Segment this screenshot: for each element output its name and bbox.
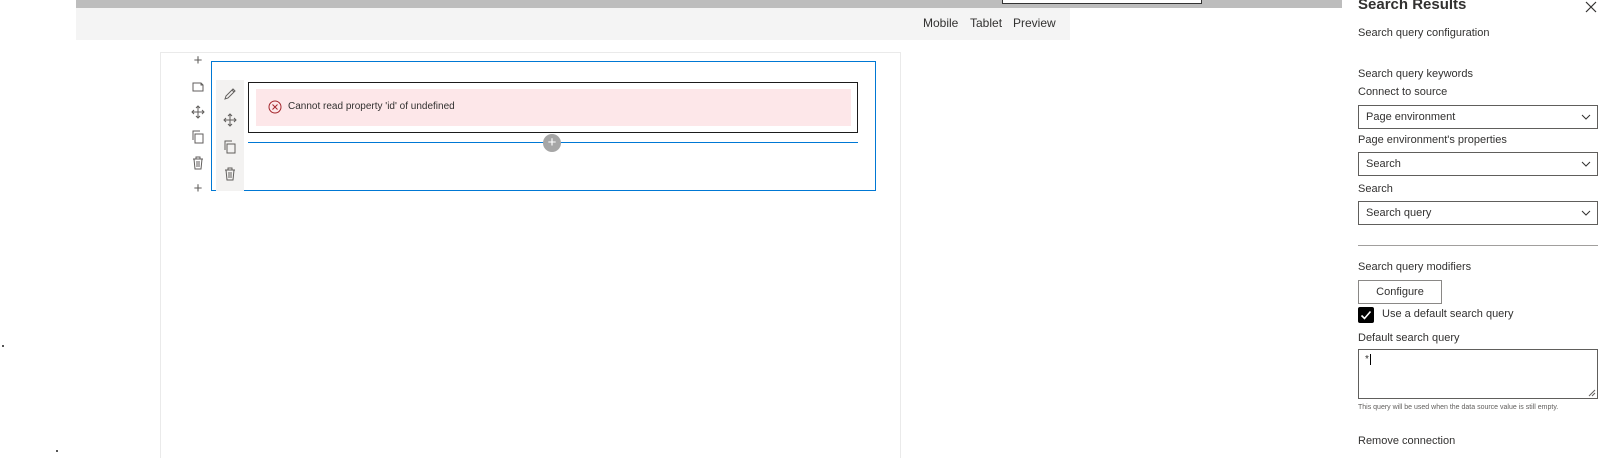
- section-heading: Search query configuration: [1358, 27, 1490, 39]
- preview-button[interactable]: Preview: [1013, 16, 1056, 30]
- dropdown-value: Search query: [1366, 207, 1432, 219]
- search-label: Search: [1358, 183, 1393, 195]
- mobile-button[interactable]: Mobile: [923, 16, 958, 30]
- delete-icon[interactable]: [223, 167, 237, 181]
- default-query-hint: This query will be used when the data so…: [1358, 404, 1559, 411]
- add-icon[interactable]: +: [190, 53, 206, 69]
- add-webpart-icon[interactable]: +: [543, 134, 561, 152]
- default-query-textarea[interactable]: *: [1358, 349, 1598, 399]
- move-icon[interactable]: [190, 104, 206, 120]
- configure-button[interactable]: Configure: [1358, 280, 1442, 304]
- dropdown-value: Page environment: [1366, 111, 1456, 123]
- error-text: Cannot read property 'id' of undefined: [288, 101, 455, 112]
- modifiers-label: Search query modifiers: [1358, 261, 1472, 273]
- chevron-down-icon: [1581, 153, 1591, 175]
- connect-label: Connect to source: [1358, 86, 1448, 98]
- resize-grip-icon[interactable]: [1588, 389, 1596, 397]
- add-icon[interactable]: +: [190, 181, 206, 197]
- stray-dot: [56, 450, 58, 452]
- properties-label: Page environment's properties: [1358, 134, 1507, 146]
- default-query-label: Default search query: [1358, 332, 1460, 344]
- keywords-label: Search query keywords: [1358, 68, 1473, 80]
- default-query-checkbox-label: Use a default search query: [1382, 308, 1514, 320]
- editor-toolbar: Mobile Tablet Preview: [76, 8, 1070, 40]
- top-input-stub[interactable]: [1002, 0, 1202, 4]
- property-pane: Search Results Search query configuratio…: [1342, 0, 1616, 458]
- stray-dot: [2, 345, 4, 347]
- close-icon[interactable]: [1585, 0, 1597, 16]
- connect-source-dropdown[interactable]: Page environment: [1358, 105, 1598, 129]
- dropdown-value: Search: [1366, 158, 1401, 170]
- text-caret: [1369, 354, 1371, 365]
- edit-icon[interactable]: [223, 87, 237, 101]
- pane-title: Search Results: [1358, 0, 1467, 13]
- move-icon[interactable]: [223, 113, 237, 127]
- remove-connection-link[interactable]: Remove connection: [1358, 435, 1455, 447]
- webpart-toolbar: [216, 80, 244, 191]
- chevron-down-icon: [1581, 202, 1591, 224]
- textarea-value: *: [1365, 354, 1369, 366]
- pane-divider: [1358, 245, 1598, 246]
- duplicate-icon[interactable]: [190, 129, 206, 145]
- delete-icon[interactable]: [190, 155, 206, 171]
- default-query-checkbox[interactable]: [1358, 307, 1374, 323]
- edit-section-icon[interactable]: [190, 79, 206, 95]
- search-dropdown[interactable]: Search query: [1358, 201, 1598, 225]
- properties-dropdown[interactable]: Search: [1358, 152, 1598, 176]
- chevron-down-icon: [1581, 106, 1591, 128]
- duplicate-icon[interactable]: [223, 140, 237, 154]
- error-circle-icon: [268, 100, 282, 114]
- tablet-button[interactable]: Tablet: [970, 16, 1002, 30]
